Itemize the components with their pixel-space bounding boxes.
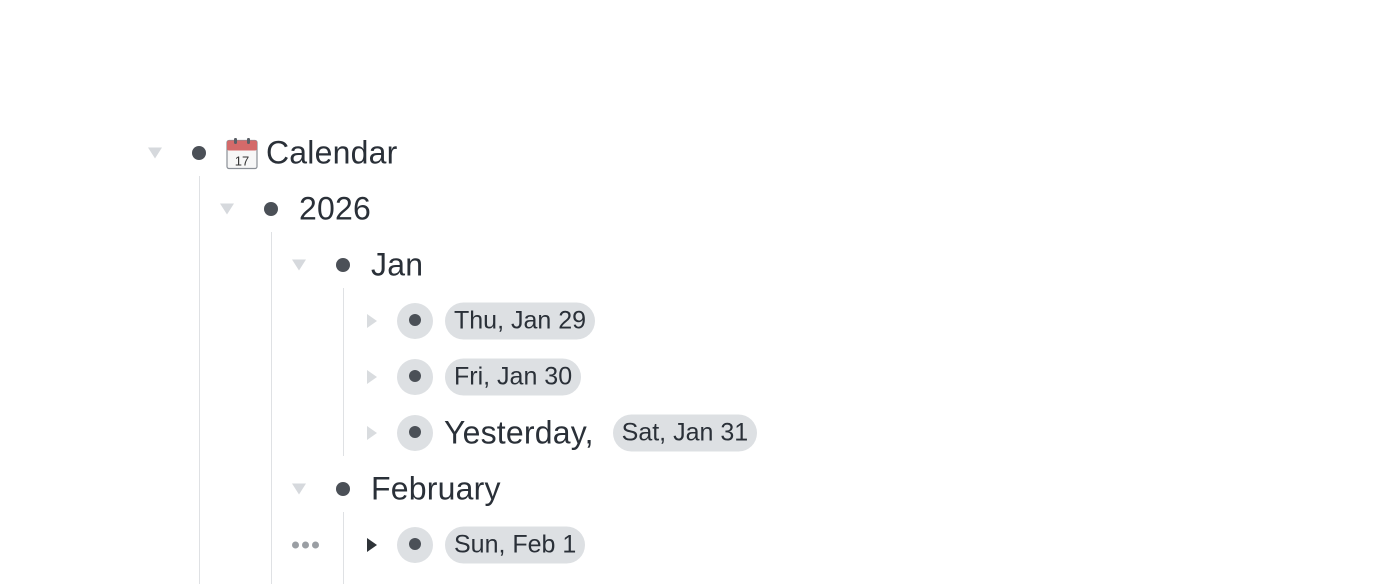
row-content[interactable]: Jan: [371, 247, 423, 284]
outline-row-day: Sun, Feb 1: [0, 520, 1392, 570]
expand-toggle-icon[interactable]: [367, 314, 377, 328]
bullet-calendar[interactable]: [181, 135, 217, 171]
more-options-icon[interactable]: [292, 541, 319, 549]
bullet-month[interactable]: [325, 247, 361, 283]
bullet-day-collapsed[interactable]: [397, 359, 433, 395]
row-content[interactable]: Fri, Jan 30: [445, 358, 582, 396]
year-label[interactable]: 2026: [299, 191, 371, 228]
row-content[interactable]: February: [371, 471, 501, 508]
row-content[interactable]: Yesterday, Sat, Jan 31: [444, 414, 758, 452]
month-label[interactable]: Jan: [371, 247, 423, 284]
bullet-dot-icon: [409, 538, 421, 550]
bullet-dot-icon: [409, 370, 421, 382]
month-label[interactable]: February: [371, 471, 501, 508]
date-chip[interactable]: Sat, Jan 31: [612, 414, 758, 452]
row-content[interactable]: 2026: [299, 191, 371, 228]
bullet-dot-icon: [264, 202, 278, 216]
collapse-toggle-icon[interactable]: [220, 203, 234, 215]
day-prefix-label[interactable]: Yesterday,: [444, 415, 594, 452]
bullet-year[interactable]: [253, 191, 289, 227]
expand-toggle-icon[interactable]: [367, 370, 377, 384]
collapse-toggle-icon[interactable]: [292, 483, 306, 495]
outline-row-day: Thu, Jan 29: [0, 296, 1392, 346]
bullet-day-collapsed[interactable]: [397, 415, 433, 451]
svg-text:17: 17: [235, 153, 249, 168]
outline-row-calendar: 17 Calendar: [0, 128, 1392, 178]
expand-toggle-icon[interactable]: [367, 538, 377, 552]
outline-tree: 17 Calendar 2026 Jan Thu, Jan 29 Fri, Ja…: [0, 0, 1392, 584]
date-chip[interactable]: Fri, Jan 30: [445, 358, 582, 396]
outline-row-year: 2026: [0, 184, 1392, 234]
bullet-dot-icon: [409, 314, 421, 326]
collapse-toggle-icon[interactable]: [292, 259, 306, 271]
outline-row-month-february: February: [0, 464, 1392, 514]
bullet-dot-icon: [192, 146, 206, 160]
row-content[interactable]: Thu, Jan 29: [445, 302, 596, 340]
date-chip[interactable]: Thu, Jan 29: [445, 302, 596, 340]
row-content[interactable]: Sun, Feb 1: [445, 526, 586, 564]
collapse-toggle-icon[interactable]: [148, 147, 162, 159]
bullet-dot-icon: [409, 426, 421, 438]
date-chip[interactable]: Sun, Feb 1: [445, 526, 586, 564]
bullet-day-collapsed[interactable]: [397, 303, 433, 339]
outline-row-month-jan: Jan: [0, 240, 1392, 290]
outline-row-day: Yesterday, Sat, Jan 31: [0, 408, 1392, 458]
outline-row-day: Fri, Jan 30: [0, 352, 1392, 402]
bullet-month[interactable]: [325, 471, 361, 507]
bullet-day-collapsed[interactable]: [397, 527, 433, 563]
bullet-dot-icon: [336, 258, 350, 272]
calendar-label[interactable]: Calendar: [266, 135, 397, 172]
row-content[interactable]: 17 Calendar: [226, 135, 397, 172]
calendar-icon: 17: [226, 137, 258, 169]
bullet-dot-icon: [336, 482, 350, 496]
expand-toggle-icon[interactable]: [367, 426, 377, 440]
